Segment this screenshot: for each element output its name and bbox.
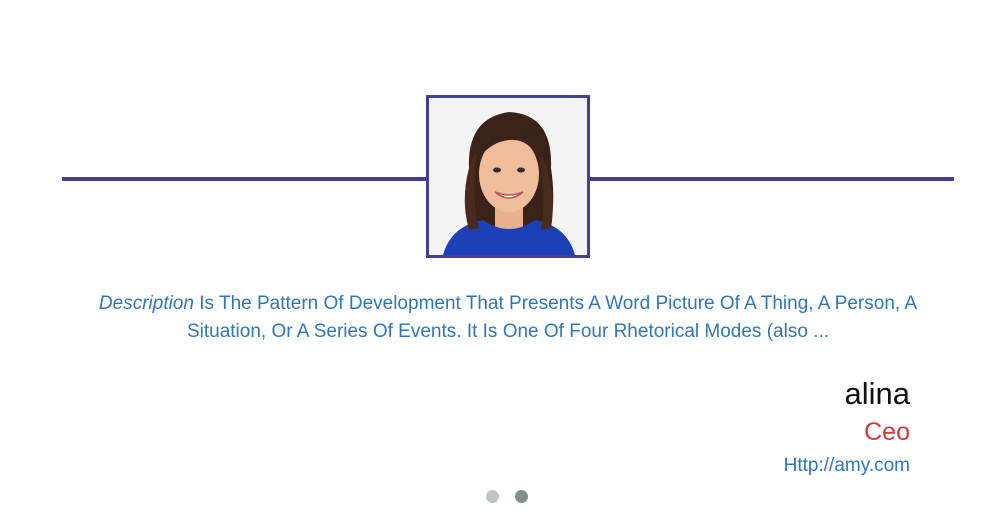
- carousel-dot-1[interactable]: [486, 490, 499, 503]
- author-website-link[interactable]: Http://amy.com: [784, 455, 910, 477]
- description-lead: Description: [98, 293, 194, 314]
- divider-line-left: [62, 177, 428, 181]
- author-name: alina: [844, 376, 911, 411]
- description-text: Is The Pattern Of Development That Prese…: [186, 293, 918, 342]
- testimonial-description: Description Is The Pattern Of Developmen…: [90, 290, 926, 346]
- carousel-dot-2[interactable]: [515, 490, 528, 503]
- divider-line-right: [588, 177, 954, 181]
- avatar-photo: [429, 98, 587, 255]
- avatar: [426, 95, 590, 258]
- carousel-pagination: [486, 490, 528, 503]
- testimonial-slider: Description Is The Pattern Of Developmen…: [0, 0, 984, 531]
- author-role: Ceo: [864, 418, 910, 446]
